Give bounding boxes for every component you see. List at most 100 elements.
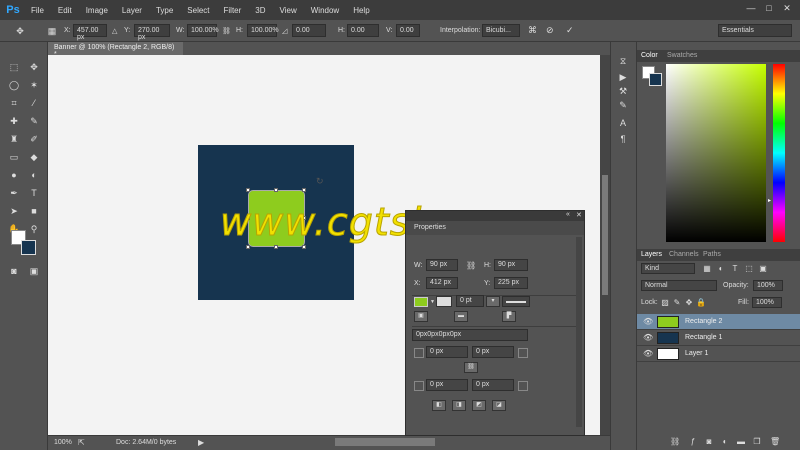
tab-swatches[interactable]: Swatches	[667, 52, 697, 59]
character-icon[interactable]: A	[617, 118, 629, 130]
stroke-caps-button[interactable]: ▬	[454, 311, 468, 322]
layer-row-rectangle-2[interactable]: 👁 Rectangle 2	[637, 314, 800, 330]
visibility-eye-icon[interactable]: 👁	[643, 349, 653, 358]
status-arrow-icon[interactable]: ▶	[198, 438, 204, 447]
move-tool-icon[interactable]: ✥	[26, 60, 42, 74]
hue-slider-marker[interactable]: ▸	[768, 197, 771, 204]
stroke-color-swatch[interactable]	[436, 296, 452, 307]
link-layers-icon[interactable]: ⛓	[670, 437, 680, 447]
actions-icon[interactable]: ▶	[617, 72, 629, 84]
eyedropper-icon[interactable]: ⁄	[26, 96, 42, 110]
w-input[interactable]: 100.00%	[187, 24, 219, 37]
panel-close-icon[interactable]: ✕	[576, 211, 582, 219]
warp-icon[interactable]: ⌘	[528, 25, 537, 36]
lock-all-icon[interactable]: 🔒	[696, 298, 706, 308]
eraser-tool-icon[interactable]: ▭	[6, 150, 22, 164]
visibility-eye-icon[interactable]: 👁	[643, 333, 653, 342]
stroke-corners-button[interactable]: ▛	[502, 311, 516, 322]
new-group-icon[interactable]: ▬	[736, 437, 746, 447]
prop-x-input[interactable]: 412 px	[426, 277, 458, 289]
lock-transparent-icon[interactable]: ▨	[660, 298, 670, 308]
layer-filter-kind-select[interactable]: Kind	[641, 263, 695, 274]
zoom-level[interactable]: 100%	[54, 439, 72, 446]
blur-tool-icon[interactable]: ●	[6, 168, 22, 182]
menu-window[interactable]: Window	[304, 6, 346, 15]
menu-help[interactable]: Help	[346, 6, 376, 15]
stroke-width-dropdown[interactable]: ▾	[486, 296, 500, 307]
cancel-transform-icon[interactable]: ⊘	[546, 25, 554, 36]
workspace-select[interactable]: Essentials	[718, 24, 792, 37]
transform-handle[interactable]	[246, 245, 250, 249]
path-intersect-button[interactable]: ◩	[472, 400, 486, 411]
add-mask-icon[interactable]: ◙	[704, 437, 714, 447]
fill-input[interactable]: 100%	[752, 297, 782, 308]
prop-w-input[interactable]: 90 px	[426, 259, 458, 271]
brush-presets-icon[interactable]: ✎	[617, 100, 629, 112]
commit-transform-icon[interactable]: ✓	[566, 25, 574, 36]
y-input[interactable]: 270.00 px	[134, 24, 170, 41]
h-input[interactable]: 100.00%	[247, 24, 279, 37]
clone-stamp-icon[interactable]: ♜	[6, 132, 22, 146]
paint-bucket-icon[interactable]: ◆	[26, 150, 42, 164]
share-icon[interactable]: ⇱	[78, 438, 85, 447]
interpolation-select[interactable]: Bicubi...	[482, 24, 520, 37]
rectangle-tool-icon[interactable]: ■	[26, 204, 42, 218]
tab-paths[interactable]: Paths	[703, 251, 721, 258]
layer-style-icon[interactable]: ƒ	[688, 437, 698, 447]
filter-shape-icon[interactable]: ⬚	[744, 264, 754, 274]
properties-tab[interactable]: Properties	[406, 221, 584, 235]
color-picker-field[interactable]	[666, 64, 766, 242]
tool-presets-icon[interactable]: ⚒	[617, 86, 629, 98]
brush-tool-icon[interactable]: ✎	[26, 114, 42, 128]
opacity-input[interactable]: 100%	[753, 280, 783, 291]
corner-tl-input[interactable]: 0 px	[426, 346, 468, 358]
close-button[interactable]: ✕	[780, 3, 794, 15]
properties-scrollbar[interactable]	[576, 237, 582, 427]
stroke-style-select[interactable]	[502, 296, 530, 307]
type-tool-icon[interactable]: T	[26, 186, 42, 200]
path-selection-icon[interactable]: ➤	[6, 204, 22, 218]
reference-point-icon[interactable]: ▦	[44, 24, 60, 38]
marquee-tool-icon[interactable]: ⬚	[6, 60, 22, 74]
fill-dropdown-icon[interactable]: ▼	[430, 299, 435, 305]
menu-view[interactable]: View	[273, 6, 304, 15]
menu-filter[interactable]: Filter	[217, 6, 249, 15]
vertical-scrollbar-thumb[interactable]	[602, 175, 608, 295]
horizontal-scrollbar-thumb[interactable]	[335, 438, 435, 446]
x-input[interactable]: 457.00 px	[73, 24, 107, 41]
zoom-tool-icon[interactable]: ⚲	[26, 222, 42, 236]
prop-y-input[interactable]: 225 px	[494, 277, 528, 289]
transform-handle[interactable]	[302, 245, 306, 249]
dodge-tool-icon[interactable]: ◐	[26, 168, 42, 182]
screen-mode-icon[interactable]: ▣	[26, 264, 42, 278]
corner-bl-input[interactable]: 0 px	[426, 379, 468, 391]
crop-tool-icon[interactable]: ⌗	[6, 96, 22, 110]
color-panel-background-swatch[interactable]	[649, 73, 662, 86]
path-subtract-button[interactable]: ◨	[452, 400, 466, 411]
hskew-input[interactable]: 0.00	[347, 24, 379, 37]
quick-mask-icon[interactable]: ◙	[6, 264, 22, 278]
link-corners-button[interactable]: ⛓	[464, 362, 478, 373]
menu-edit[interactable]: Edit	[51, 6, 79, 15]
menu-type[interactable]: Type	[149, 6, 180, 15]
corner-radius-all-input[interactable]: 0px0px0px0px	[412, 329, 528, 341]
corner-br-input[interactable]: 0 px	[472, 379, 514, 391]
healing-brush-icon[interactable]: ✚	[6, 114, 22, 128]
path-unite-button[interactable]: ◧	[432, 400, 446, 411]
menu-image[interactable]: Image	[79, 6, 115, 15]
transform-handle[interactable]	[246, 188, 250, 192]
transform-handle[interactable]	[274, 245, 278, 249]
menu-layer[interactable]: Layer	[115, 6, 149, 15]
collapse-icon[interactable]: «	[566, 211, 570, 218]
filter-smart-object-icon[interactable]: ▣	[758, 264, 768, 274]
history-brush-icon[interactable]: ✐	[26, 132, 42, 146]
menu-file[interactable]: File	[24, 6, 51, 15]
magic-wand-icon[interactable]: ✶	[26, 78, 42, 92]
prop-h-input[interactable]: 90 px	[494, 259, 528, 271]
fill-color-swatch[interactable]	[414, 297, 428, 307]
properties-panel-header[interactable]: « ✕	[406, 211, 584, 221]
layer-row-layer-1[interactable]: 👁 Layer 1	[637, 346, 800, 362]
stroke-align-button[interactable]: ▣	[414, 311, 428, 322]
filter-pixel-icon[interactable]: ▦	[702, 264, 712, 274]
minimize-button[interactable]: —	[744, 3, 758, 15]
